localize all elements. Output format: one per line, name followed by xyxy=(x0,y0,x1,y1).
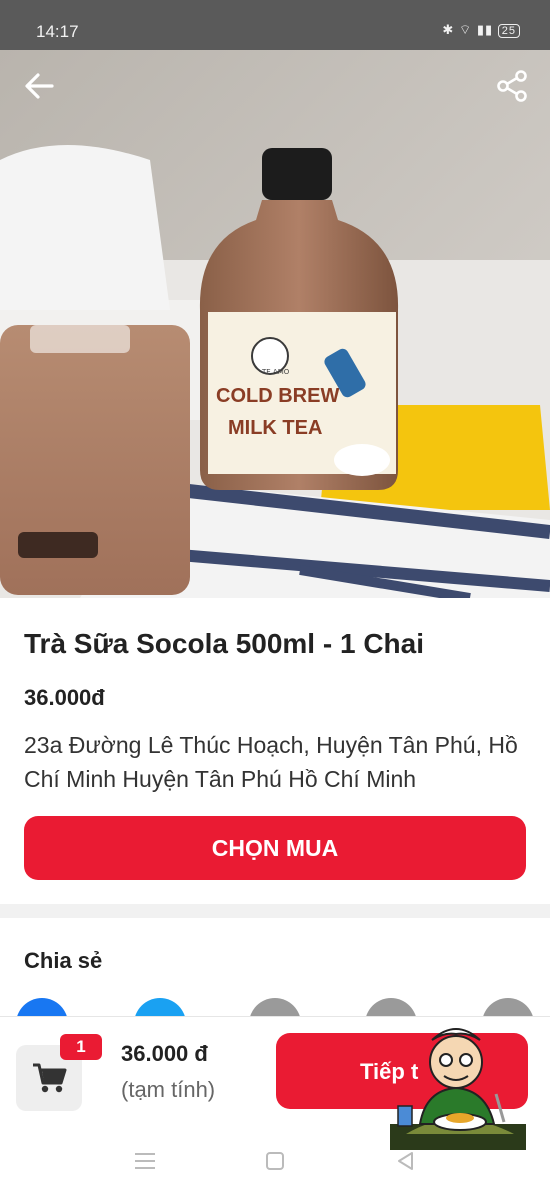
product-image: TE AMO COLD BREW MILK TEA xyxy=(0,50,550,598)
status-time: 14:17 xyxy=(36,22,79,41)
cart-icon xyxy=(33,1063,67,1093)
product-title: Trà Sữa Socola 500ml - 1 Chai xyxy=(24,628,424,659)
total-note: (tạm tính) xyxy=(121,1077,216,1102)
menu-icon[interactable] xyxy=(130,1146,160,1176)
label-line1: COLD BREW xyxy=(216,385,339,407)
label-line2: MILK TEA xyxy=(228,417,322,439)
back-button[interactable] xyxy=(20,66,60,106)
product-price: 36.000đ xyxy=(24,685,105,710)
total-amount: 36.000 đ xyxy=(121,1041,208,1066)
messenger-icon[interactable] xyxy=(134,998,186,1016)
battery-icon: 25 xyxy=(497,24,520,38)
back-arrow-icon xyxy=(25,73,54,99)
share-section: Chia sẻ xyxy=(0,918,550,1016)
logo-text: TE AMO xyxy=(261,368,290,376)
buy-button[interactable]: CHỌN MUA xyxy=(24,816,526,880)
status-icons: ✱ ⌔ ▮▮ 25 xyxy=(442,22,520,38)
home-icon[interactable] xyxy=(260,1146,290,1176)
bluetooth-icon: ✱ xyxy=(442,22,455,37)
share-title: Chia sẻ xyxy=(24,948,103,973)
facebook-icon[interactable] xyxy=(16,998,68,1016)
signal-icon: ▮▮ xyxy=(476,22,494,37)
section-divider xyxy=(0,904,550,918)
product-photo: TE AMO COLD BREW MILK TEA xyxy=(0,50,550,598)
product-address: 23a Đường Lê Thúc Hoạch, Huyện Tân Phú, … xyxy=(24,732,518,792)
cart-count-badge: 1 xyxy=(60,1034,102,1060)
product-info: Trà Sữa Socola 500ml - 1 Chai 36.000đ 23… xyxy=(0,598,550,908)
mascot-sticker xyxy=(386,1014,532,1154)
share-button[interactable] xyxy=(494,68,530,104)
diner-mascot-icon xyxy=(390,1028,526,1150)
wifi-icon: ⌔ xyxy=(458,22,473,37)
share-option-icon[interactable] xyxy=(249,998,301,1016)
status-bar: 14:17 ✱ ⌔ ▮▮ 25 xyxy=(0,0,550,50)
share-icon xyxy=(497,70,527,102)
